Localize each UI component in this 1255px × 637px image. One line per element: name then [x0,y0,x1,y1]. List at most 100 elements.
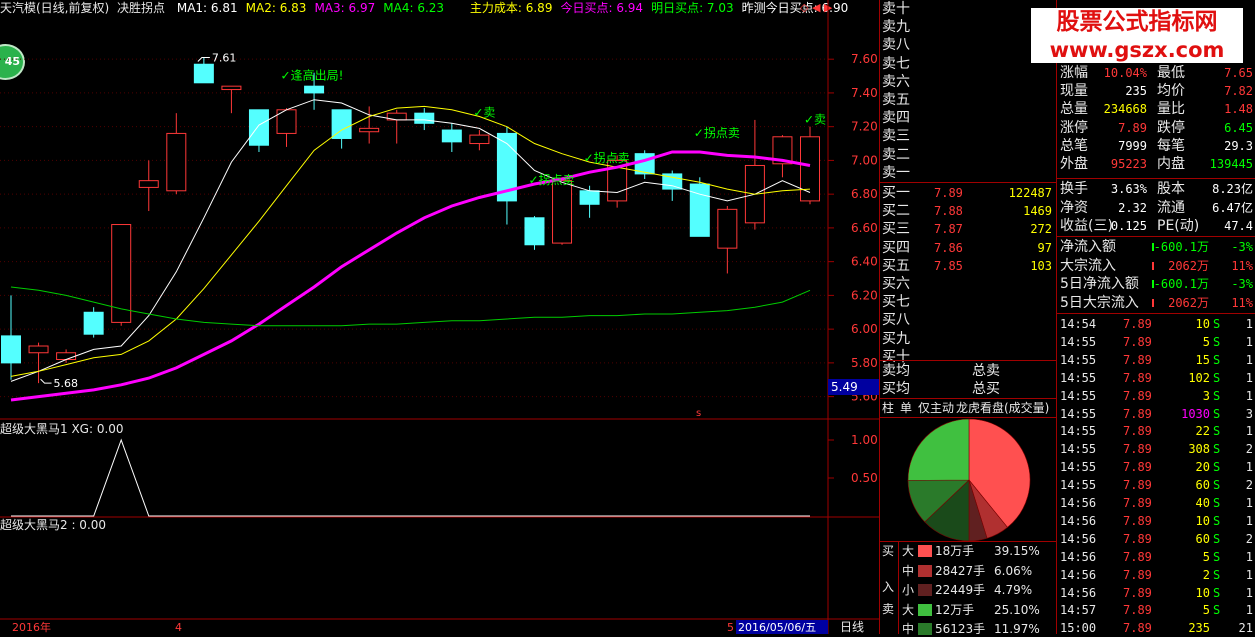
tab-2[interactable]: 仅主动 [918,400,954,416]
tick-row: 14:54 7.89 10 S 1 [1057,315,1255,333]
tick-time: 14:54 [1060,317,1097,331]
tick-volume: 20 [1195,460,1210,475]
flow-pct: 11% [1231,258,1253,273]
candle-body [331,109,352,139]
divider [880,541,1056,542]
tick-time: 14:55 [1060,442,1097,457]
flow-label: 大宗流入 [1060,257,1116,274]
tick-row: 14:56 7.89 60 S 2 [1057,530,1255,548]
divider [880,398,1056,399]
quote-label: 换手 [1060,181,1088,197]
tick-volume: 3 [1202,388,1210,403]
y-tick-label: 6.60 [851,221,878,235]
flow-label: 5日大宗流入 [1060,294,1139,311]
sell-level-label: 卖五 [882,92,910,108]
tick-time: 14:55 [1060,388,1097,403]
buy-level-price: 7.87 [934,222,963,237]
sell-level-label: 卖七 [882,55,910,72]
size-label: 中 [902,563,915,578]
buy-level-label: 买五 [882,257,910,274]
tab-1[interactable]: 单 [900,400,912,416]
tick-volume: 1030 [1181,406,1210,421]
quote-value: 7.65 [1224,66,1253,80]
avg-label: 买均 [882,381,910,397]
tick-row: 14:55 7.89 20 S 1 [1057,458,1255,476]
x-axis-label: 5 [727,621,734,634]
tick-row: 14:56 7.89 40 S 1 [1057,494,1255,512]
tick-row: 14:56 7.89 5 S 1 [1057,548,1255,566]
tick-time: 14:56 [1060,585,1097,600]
tick-count: 1 [1245,549,1253,564]
tick-count: 1 [1245,513,1253,528]
tick-count: 3 [1245,406,1253,421]
quote-label: 净资 [1060,199,1088,216]
tick-count: 1 [1245,585,1253,600]
flow-amount: 28427手 [935,563,986,578]
flow-amount: 12万手 [935,602,975,617]
tick-side: S [1213,603,1221,618]
quote-value: 7.82 [1224,84,1253,99]
tick-volume: 308 [1188,442,1210,457]
divider [1057,178,1255,179]
quote-label: 股本 [1157,181,1185,197]
size-label: 中 [902,622,915,636]
flow-value: 2062万 [1168,258,1209,273]
buy-level-volume: 272 [1030,222,1052,237]
buy-level-price: 7.89 [934,186,963,200]
kline-chart[interactable]: 7.60 7.40 7.20 7.00 6.80 6.60 6.40 6.20 6.00 5.80… [0,0,880,634]
candle-body [552,180,573,244]
quote-label: 流通 [1157,199,1185,216]
tick-time: 14:56 [1060,567,1097,582]
tick-price: 7.89 [1123,317,1152,331]
buy-level-label: 买六 [882,276,910,292]
tick-row: 14:55 7.89 102 S 1 [1057,369,1255,387]
tick-volume: 5 [1202,603,1210,618]
signal-annotation: ✓卖 [804,112,826,126]
buy-level-label: 买二 [882,203,910,220]
total-label: 总买 [972,381,1000,397]
tick-price: 7.89 [1123,478,1152,493]
flow-pct: 39.15% [994,544,1040,558]
buy-level-volume: 122487 [1008,186,1052,200]
panel2-title: 超级大黑马2 : 0.00 [0,517,106,532]
tick-row: 14:55 7.89 308 S 2 [1057,440,1255,458]
candle-body [138,180,159,188]
tab-0[interactable]: 柱 [882,400,894,416]
xg-line [11,438,810,517]
y-tick-label: 1.00 [851,433,878,447]
sell-level-label: 卖九 [882,19,910,36]
candle-body [304,85,325,94]
tick-price: 7.89 [1123,460,1152,475]
tick-price: 7.89 [1123,549,1152,564]
quote-label: PE(动) [1157,218,1200,234]
tick-time: 14:56 [1060,549,1097,564]
sell-level-label: 卖三 [882,128,910,145]
signal-annotation: ✓拐点卖 [528,172,574,187]
legend-swatch [918,623,932,635]
tick-volume: 22 [1195,424,1210,439]
tab-3[interactable]: 龙虎看盘(成交量) [956,400,1049,416]
divider [898,542,899,634]
quote-value: 235 [1125,84,1147,99]
quote-label: 现量 [1060,83,1088,100]
candle-body [579,190,600,205]
high-marker-label: 7.61 [212,51,237,64]
tick-volume: 235 [1188,621,1210,636]
candle-body [359,127,380,133]
y-tick-label: 6.40 [851,255,878,269]
tick-volume: 60 [1195,478,1210,493]
flow-value: -600.1万 [1153,277,1209,291]
quote-value: 10.04% [1103,66,1147,80]
tick-count: 1 [1245,603,1253,618]
tick-price: 7.89 [1123,352,1152,367]
quote-value: 6.47亿 [1212,200,1253,215]
quote-label: 涨幅 [1060,65,1088,81]
tick-count: 1 [1245,460,1253,475]
tick-row: 14:55 7.89 60 S 2 [1057,476,1255,494]
period-tab: 日线 [840,620,864,634]
quote-value: 2.32 [1118,200,1147,215]
buy-level-label: 买三 [882,221,910,238]
tick-price: 7.89 [1123,621,1152,636]
quote-value: 8.23亿 [1212,182,1253,196]
tick-side: S [1213,406,1221,421]
